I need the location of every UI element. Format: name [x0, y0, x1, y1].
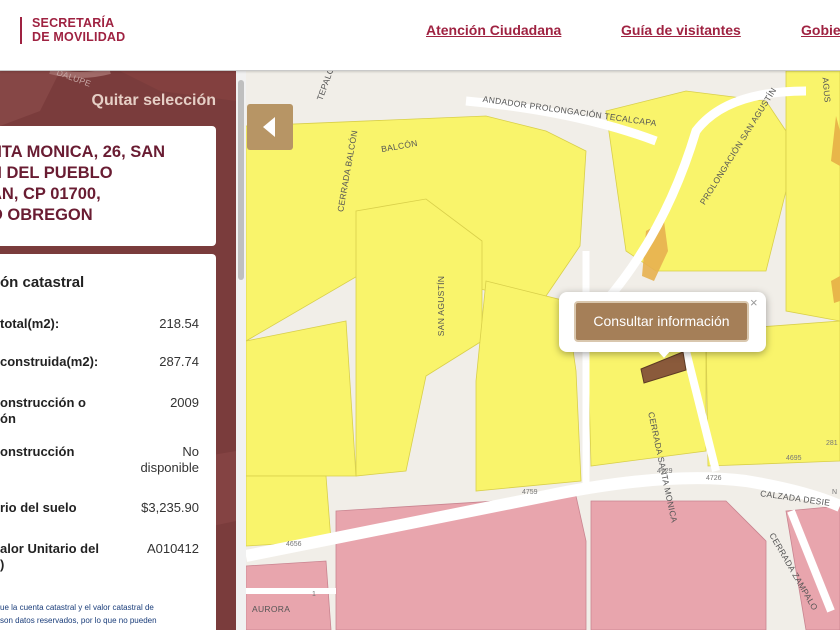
- lot-number: 1: [312, 591, 316, 598]
- land-value-value: $3,235.90: [141, 500, 199, 515]
- consult-info-button[interactable]: Consultar información: [574, 301, 749, 342]
- chevron-left-icon: [263, 117, 275, 137]
- street-label-aurora: AURORA: [252, 604, 291, 614]
- collapse-panel-button[interactable]: [247, 104, 293, 150]
- panel-scrollbar-thumb[interactable]: [238, 80, 244, 280]
- lot-number: 4729: [657, 468, 673, 475]
- address-line-3: AN, CP 01700,: [0, 185, 101, 203]
- nav-gobierno[interactable]: Gobie: [801, 22, 840, 38]
- land-area-label: total(m2):: [0, 316, 60, 331]
- map-popup-tail: [655, 348, 673, 358]
- cadastral-info-card: ón catastral total(m2): 218.54 construid…: [0, 254, 216, 630]
- site-header: SECRETARÍA DE MOVILIDAD Atención Ciudada…: [0, 0, 840, 71]
- address-line-4: O OBREGON: [0, 206, 93, 224]
- street-label-san-agustin: SAN AGUSTÍN: [436, 275, 447, 337]
- nav-atencion-ciudadana[interactable]: Atención Ciudadana: [426, 22, 561, 38]
- clear-selection-button[interactable]: Quitar selección: [92, 92, 217, 110]
- built-area-value: 287.74: [159, 354, 199, 369]
- address-text: NTA MONICA, 26, SAN N DEL PUEBLO AN, CP …: [0, 142, 210, 226]
- lot-number: 281: [826, 440, 838, 447]
- logo-line-2: DE MOVILIDAD: [32, 30, 126, 44]
- construction-year-label: onstrucción o ón: [0, 395, 86, 426]
- lot-number: 4656: [286, 541, 302, 548]
- address-line-2: N DEL PUEBLO: [0, 164, 113, 182]
- lot-number: 4726: [706, 475, 722, 482]
- street-label-agus: AGUS: [820, 76, 833, 104]
- address-line-1: NTA MONICA, 26, SAN: [0, 143, 166, 161]
- lot-number: 4759: [522, 489, 538, 496]
- land-area-value: 218.54: [159, 316, 199, 331]
- cadastral-info-title: ón catastral: [0, 274, 85, 291]
- construction-year-value: 2009: [170, 395, 199, 410]
- construction-type-label: onstrucción: [0, 444, 75, 459]
- land-value-label: rio del suelo: [0, 500, 77, 515]
- lot-number: N: [832, 489, 838, 496]
- info-panel: DALUPE Quitar selección NTA MONICA, 26, …: [0, 71, 236, 630]
- logo-line-1: SECRETARÍA: [32, 16, 115, 30]
- unit-value-region-label: alor Unitario del ): [0, 541, 99, 572]
- nav-guia-visitantes[interactable]: Guía de visitantes: [621, 22, 741, 38]
- privacy-note: ue la cuenta catastral y el valor catast…: [0, 603, 157, 625]
- lot-number: 4695: [786, 455, 802, 462]
- address-card: NTA MONICA, 26, SAN N DEL PUEBLO AN, CP …: [0, 126, 216, 246]
- logo-bar: [20, 17, 22, 44]
- logo[interactable]: SECRETARÍA DE MOVILIDAD: [32, 16, 125, 44]
- built-area-label: construida(m2):: [0, 354, 99, 369]
- close-icon[interactable]: ×: [750, 295, 758, 310]
- construction-type-value: No disponible: [140, 444, 199, 475]
- unit-value-region-value: A010412: [146, 541, 199, 556]
